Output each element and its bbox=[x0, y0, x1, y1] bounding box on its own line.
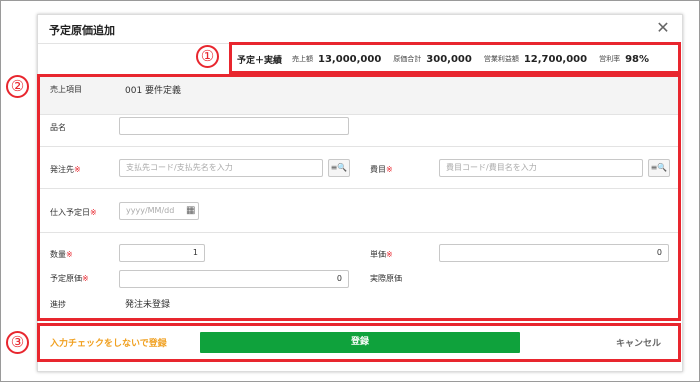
marker-2: ② bbox=[6, 75, 29, 98]
close-icon[interactable]: ✕ bbox=[655, 20, 671, 36]
highlight-box-form bbox=[37, 74, 681, 321]
dialog-title: 予定原価追加 bbox=[49, 24, 115, 37]
marker-1: ① bbox=[196, 45, 219, 68]
highlight-box-summary bbox=[229, 42, 681, 74]
highlight-box-footer bbox=[37, 323, 681, 362]
marker-3: ③ bbox=[6, 331, 29, 354]
